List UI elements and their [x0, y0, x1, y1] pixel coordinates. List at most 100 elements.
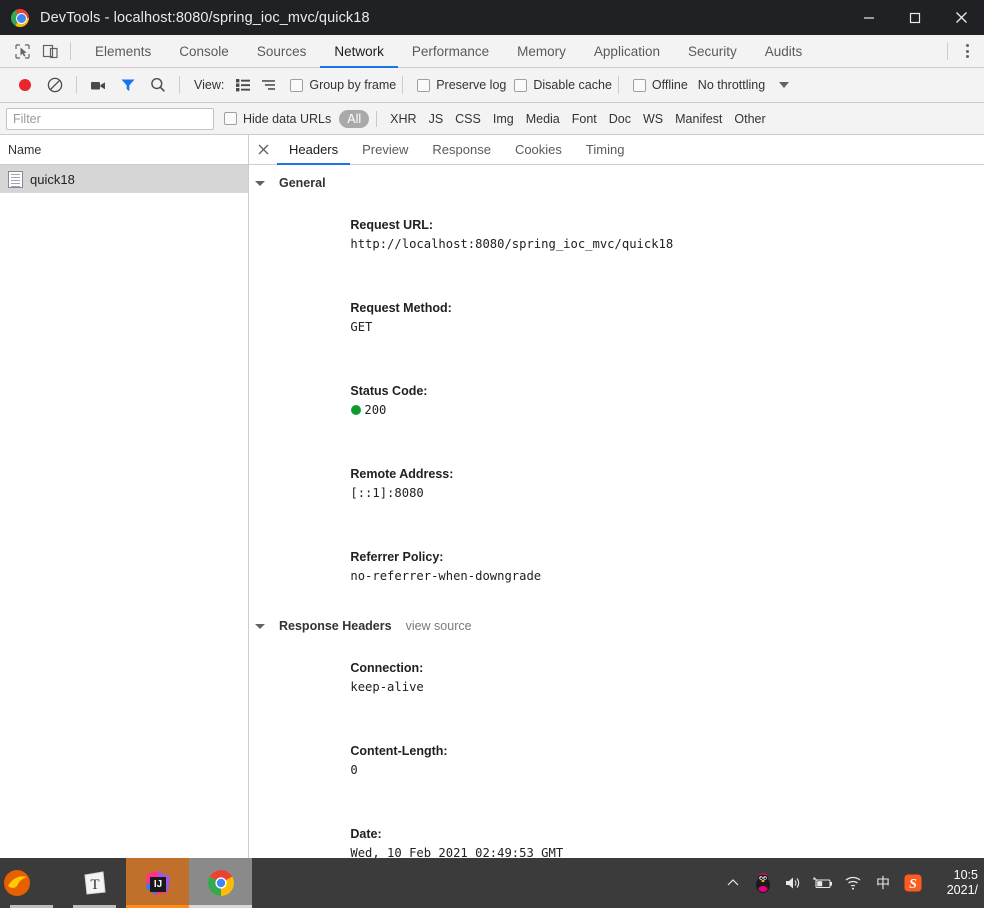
filter-type-other[interactable]: Other — [728, 112, 771, 126]
chevron-down-icon[interactable] — [779, 82, 790, 88]
toolbar-divider-3 — [402, 76, 404, 94]
filter-type-all[interactable]: All — [339, 109, 370, 128]
view-source-link[interactable]: view source — [406, 619, 472, 633]
request-list: Name quick18 — [0, 135, 249, 858]
search-icon[interactable] — [143, 72, 173, 98]
search-input[interactable]: Filter — [6, 107, 214, 130]
filter-type-media[interactable]: Media — [520, 112, 566, 126]
request-name: quick18 — [30, 171, 75, 187]
maximize-button[interactable] — [892, 0, 938, 35]
tab-application[interactable]: Application — [580, 35, 674, 67]
header-value: [::1]:8080 — [350, 485, 424, 500]
header-key: Request URL: — [350, 217, 434, 232]
close-panel-icon[interactable] — [249, 135, 277, 164]
sogou-input-icon[interactable]: S — [898, 858, 928, 908]
section-response-headers-header[interactable]: Response Headers view source — [249, 616, 984, 636]
ime-label: 中 — [876, 876, 890, 892]
view-waterfall-icon[interactable] — [256, 73, 282, 97]
clock-date: 2021/ — [946, 883, 978, 897]
header-row-status-code: Status Code: 200 — [249, 359, 984, 442]
triangle-down-icon — [255, 180, 265, 186]
filter-type-doc[interactable]: Doc — [603, 112, 637, 126]
system-tray: 中 S 10:5 2021/ — [718, 858, 984, 908]
tab-memory[interactable]: Memory — [503, 35, 580, 67]
filter-funnel-icon[interactable] — [113, 72, 143, 98]
view-list-icon[interactable] — [230, 73, 256, 97]
detail-tab-strip: Headers Preview Response Cookies Timing — [249, 135, 984, 165]
tab-timing[interactable]: Timing — [574, 135, 637, 164]
clear-network-log-icon[interactable] — [40, 72, 70, 98]
filter-type-ws[interactable]: WS — [637, 112, 669, 126]
header-row-date: Date: Wed, 10 Feb 2021 02:49:53 GMT — [249, 802, 984, 859]
tab-security[interactable]: Security — [674, 35, 751, 67]
ime-chinese-icon[interactable]: 中 — [868, 858, 898, 908]
taskbar-clock[interactable]: 10:5 2021/ — [928, 868, 980, 898]
clock-time: 10:5 — [953, 868, 978, 882]
disable-cache-checkbox[interactable]: Disable cache — [514, 78, 612, 92]
preserve-log-label: Preserve log — [436, 78, 507, 92]
throttling-select[interactable]: No throttling — [698, 78, 765, 92]
filter-type-xhr[interactable]: XHR — [384, 112, 422, 126]
table-row[interactable]: quick18 — [0, 165, 248, 193]
camera-icon[interactable] — [83, 72, 113, 98]
tab-response[interactable]: Response — [420, 135, 503, 164]
intellij-idea-taskbar-icon[interactable]: IJ — [126, 858, 189, 908]
filter-type-img[interactable]: Img — [487, 112, 520, 126]
qq-penguin-icon[interactable] — [748, 858, 778, 908]
tab-preview[interactable]: Preview — [350, 135, 420, 164]
more-options-icon[interactable] — [954, 37, 980, 65]
filter-type-font[interactable]: Font — [566, 112, 603, 126]
tab-headers[interactable]: Headers — [277, 135, 351, 165]
tab-audits[interactable]: Audits — [751, 35, 817, 67]
preserve-log-box[interactable] — [417, 78, 431, 92]
section-general-header[interactable]: General — [249, 173, 984, 193]
toggle-device-toolbar-icon[interactable] — [36, 37, 64, 65]
header-row-request-method: Request Method: GET — [249, 276, 984, 359]
show-hidden-icons-chevron-icon[interactable] — [718, 858, 748, 908]
window-title-bar: DevTools - localhost:8080/spring_ioc_mvc… — [0, 0, 984, 35]
window-title: DevTools - localhost:8080/spring_ioc_mvc… — [40, 9, 370, 26]
filter-type-js[interactable]: JS — [423, 112, 450, 126]
header-value: http://localhost:8080/spring_ioc_mvc/qui… — [350, 236, 674, 251]
close-button[interactable] — [938, 0, 984, 35]
group-by-frame-checkbox[interactable]: Group by frame — [290, 78, 396, 92]
header-value: 0 — [350, 762, 358, 777]
tab-network[interactable]: Network — [320, 35, 398, 68]
tab-sources[interactable]: Sources — [243, 35, 321, 67]
tabstrip-divider — [947, 42, 948, 60]
record-stop-icon[interactable] — [10, 72, 40, 98]
header-key: Status Code: — [350, 383, 428, 398]
wifi-icon[interactable] — [838, 858, 868, 908]
header-key: Referrer Policy: — [350, 549, 444, 564]
window-controls — [846, 0, 984, 35]
tab-cookies[interactable]: Cookies — [503, 135, 574, 164]
header-key: Request Method: — [350, 300, 452, 315]
tab-console[interactable]: Console — [165, 35, 243, 67]
header-row-remote-address: Remote Address: [::1]:8080 — [249, 442, 984, 525]
battery-icon[interactable] — [808, 858, 838, 908]
hide-data-urls-box[interactable] — [224, 112, 237, 125]
tab-elements[interactable]: Elements — [81, 35, 165, 67]
status-dot-icon — [351, 404, 362, 415]
header-row-connection: Connection: keep-alive — [249, 636, 984, 719]
filter-type-manifest[interactable]: Manifest — [669, 112, 728, 126]
disable-cache-box[interactable] — [514, 78, 528, 92]
headers-content[interactable]: General Request URL: http://localhost:80… — [249, 165, 984, 858]
preserve-log-checkbox[interactable]: Preserve log — [417, 78, 506, 92]
minimize-button[interactable] — [846, 0, 892, 35]
hide-data-urls-checkbox[interactable]: Hide data URLs — [224, 112, 331, 126]
offline-checkbox[interactable]: Offline — [632, 78, 688, 92]
triangle-down-icon — [255, 623, 265, 629]
group-by-frame-box[interactable] — [290, 78, 304, 92]
status-badge: 200 — [364, 402, 387, 417]
chrome-taskbar-icon[interactable] — [189, 858, 252, 908]
network-filter-bar: Filter Hide data URLs All XHR JS CSS Img… — [0, 103, 984, 135]
firefox-taskbar-icon[interactable] — [0, 858, 63, 908]
inspect-element-icon[interactable] — [8, 37, 36, 65]
tab-performance[interactable]: Performance — [398, 35, 503, 67]
typora-taskbar-icon[interactable]: T — [63, 858, 126, 908]
filter-type-css[interactable]: CSS — [449, 112, 487, 126]
volume-icon[interactable] — [778, 858, 808, 908]
offline-box[interactable] — [632, 78, 646, 92]
header-value: keep-alive — [350, 679, 424, 694]
